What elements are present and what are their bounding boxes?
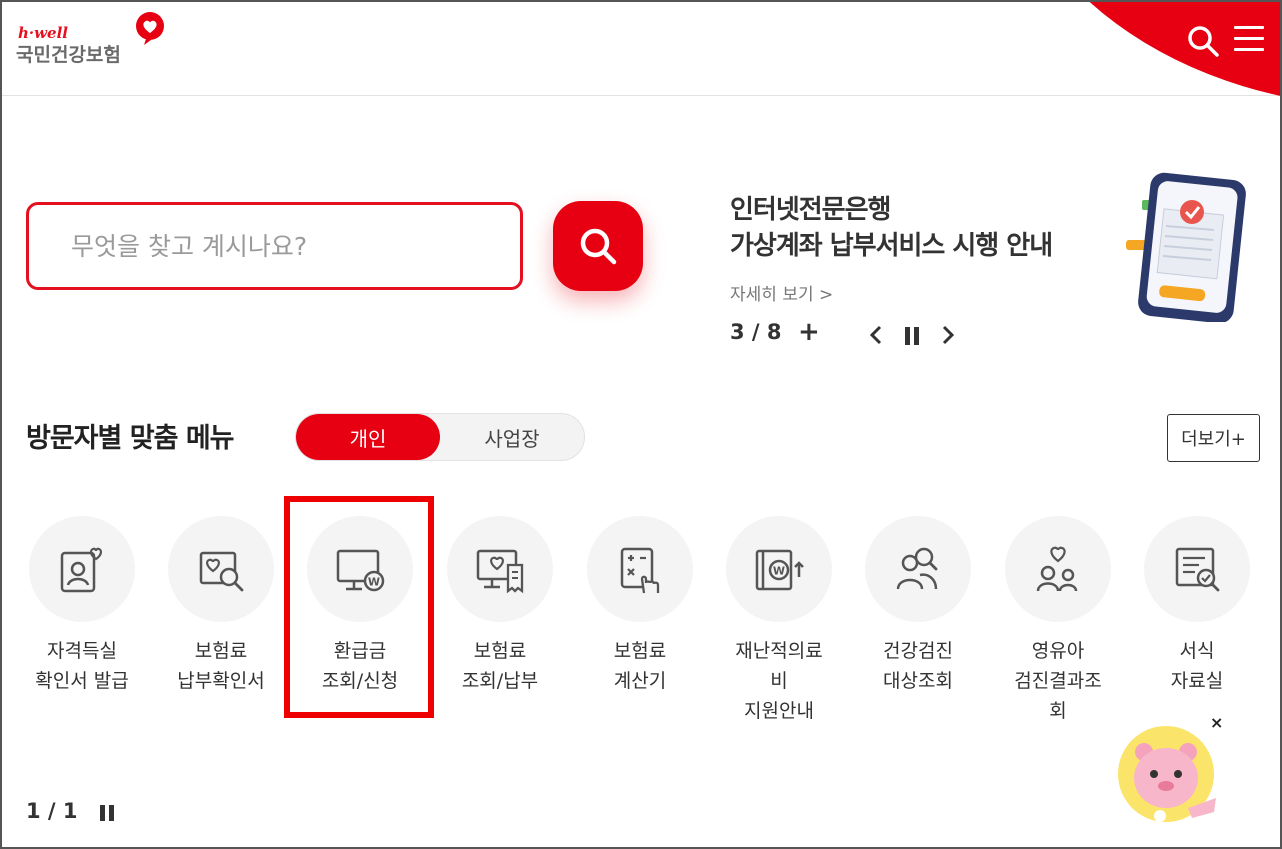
menu-label-line3: 회 xyxy=(1049,700,1067,722)
menu-pager-counter: 1 / 1 xyxy=(26,799,78,823)
menu-item-payment-certificate[interactable]: 보험료 납부확인서 xyxy=(151,516,291,696)
menu-icon-circle xyxy=(447,516,553,622)
banner-next-icon[interactable] xyxy=(940,324,956,346)
menu-icon-circle xyxy=(29,516,135,622)
menu-label-line1: 서식 xyxy=(1179,640,1215,662)
banner-plus-button[interactable]: + xyxy=(798,317,820,347)
section-title: 방문자별 맞춤 메뉴 xyxy=(26,423,235,454)
page-frame: h·well 국민건강보험 인터넷전문은행 가상계좌 납부서비스 시행 안내 xyxy=(0,0,1282,849)
menu-label-line2: 납부확인서 xyxy=(177,670,265,692)
phone-payment-illustration xyxy=(1126,172,1246,322)
menu-label-line2: 자료실 xyxy=(1170,670,1224,692)
nhis-logo[interactable]: h·well 국민건강보험 xyxy=(16,10,176,70)
banner-title[interactable]: 인터넷전문은행 가상계좌 납부서비스 시행 안내 xyxy=(730,192,1110,264)
document-check-icon xyxy=(1175,547,1220,592)
menu-item-qualification[interactable]: 자격득실 확인서 발급 xyxy=(12,516,152,696)
menu-label-line1: 영유아 xyxy=(1031,640,1085,662)
refund-highlight-box xyxy=(284,496,434,718)
hamburger-menu-icon[interactable] xyxy=(1234,26,1264,54)
search-box xyxy=(26,202,523,290)
banner-more-link[interactable]: 자세히 보기 > xyxy=(730,280,833,305)
menu-label-line2: 검진결과조 xyxy=(1014,670,1102,692)
banner-prev-icon[interactable] xyxy=(868,324,884,346)
menu-label-line1: 보험료 xyxy=(613,640,667,662)
menu-label-line2: 비 xyxy=(770,670,788,692)
banner-title-line2: 가상계좌 납부서비스 시행 안내 xyxy=(730,231,1053,261)
menu-icon-circle xyxy=(1005,516,1111,622)
banner-counter: 3 / 8 xyxy=(730,320,782,344)
banner-title-line1: 인터넷전문은행 xyxy=(730,195,891,225)
tab-personal[interactable]: 개인 xyxy=(296,414,440,460)
banner-pause-icon[interactable] xyxy=(903,326,921,346)
search-button[interactable] xyxy=(553,201,643,291)
menu-item-calculator[interactable]: 보험료 계산기 xyxy=(570,516,710,696)
menu-label-line2: 확인서 발급 xyxy=(35,670,129,692)
menu-label-line2: 계산기 xyxy=(613,670,667,692)
menu-icon-circle xyxy=(168,516,274,622)
tab-business[interactable]: 사업장 xyxy=(440,414,584,460)
menu-label-line3: 지원안내 xyxy=(744,700,814,722)
visitor-type-toggle: 개인 사업장 xyxy=(295,413,585,461)
menu-label-line2: 조회/납부 xyxy=(461,670,539,692)
menu-icon-circle xyxy=(587,516,693,622)
menu-pause-icon[interactable] xyxy=(98,804,116,822)
mascot-character-icon[interactable] xyxy=(1116,722,1220,826)
menu-label-line1: 재난적의료 xyxy=(735,640,823,662)
header-red-arc xyxy=(1002,2,1280,108)
menu-icon-circle: W xyxy=(726,516,832,622)
menu-item-health-checkup[interactable]: 건강검진 대상조회 xyxy=(848,516,988,696)
menu-item-premium-inquiry[interactable]: 보험료 조회/납부 xyxy=(430,516,570,696)
svg-text:W: W xyxy=(773,565,785,578)
id-card-heart-icon xyxy=(60,547,103,593)
search-icon xyxy=(580,228,617,265)
menu-icon-circle xyxy=(1144,516,1250,622)
more-button[interactable]: 더보기+ xyxy=(1167,414,1260,462)
menu-label-line1: 보험료 xyxy=(194,640,248,662)
menu-label-line1: 건강검진 xyxy=(883,640,953,662)
family-heart-icon xyxy=(1036,546,1078,592)
people-search-icon xyxy=(896,547,938,590)
menu-label-line2: 대상조회 xyxy=(883,670,953,692)
menu-icon-circle xyxy=(865,516,971,622)
menu-label-line1: 자격득실 xyxy=(47,640,117,662)
document-search-heart-icon xyxy=(199,551,244,592)
menu-label-line1: 보험료 xyxy=(473,640,527,662)
menu-item-infant-checkup[interactable]: 영유아 검진결과조 회 xyxy=(988,516,1128,726)
menu-item-disaster-medical[interactable]: W 재난적의료 비 지원안내 xyxy=(709,516,849,726)
logo-main-text: 국민건강보험 xyxy=(16,44,121,66)
book-won-arrow-icon: W xyxy=(755,549,804,591)
header: h·well 국민건강보험 xyxy=(2,2,1280,108)
search-input[interactable] xyxy=(29,205,520,287)
monitor-receipt-icon xyxy=(476,549,524,594)
header-search-icon[interactable] xyxy=(1186,24,1220,58)
calculator-hand-icon xyxy=(620,547,660,594)
menu-item-forms[interactable]: 서식 자료실 xyxy=(1127,516,1267,696)
logo-heart-icon xyxy=(136,12,164,45)
